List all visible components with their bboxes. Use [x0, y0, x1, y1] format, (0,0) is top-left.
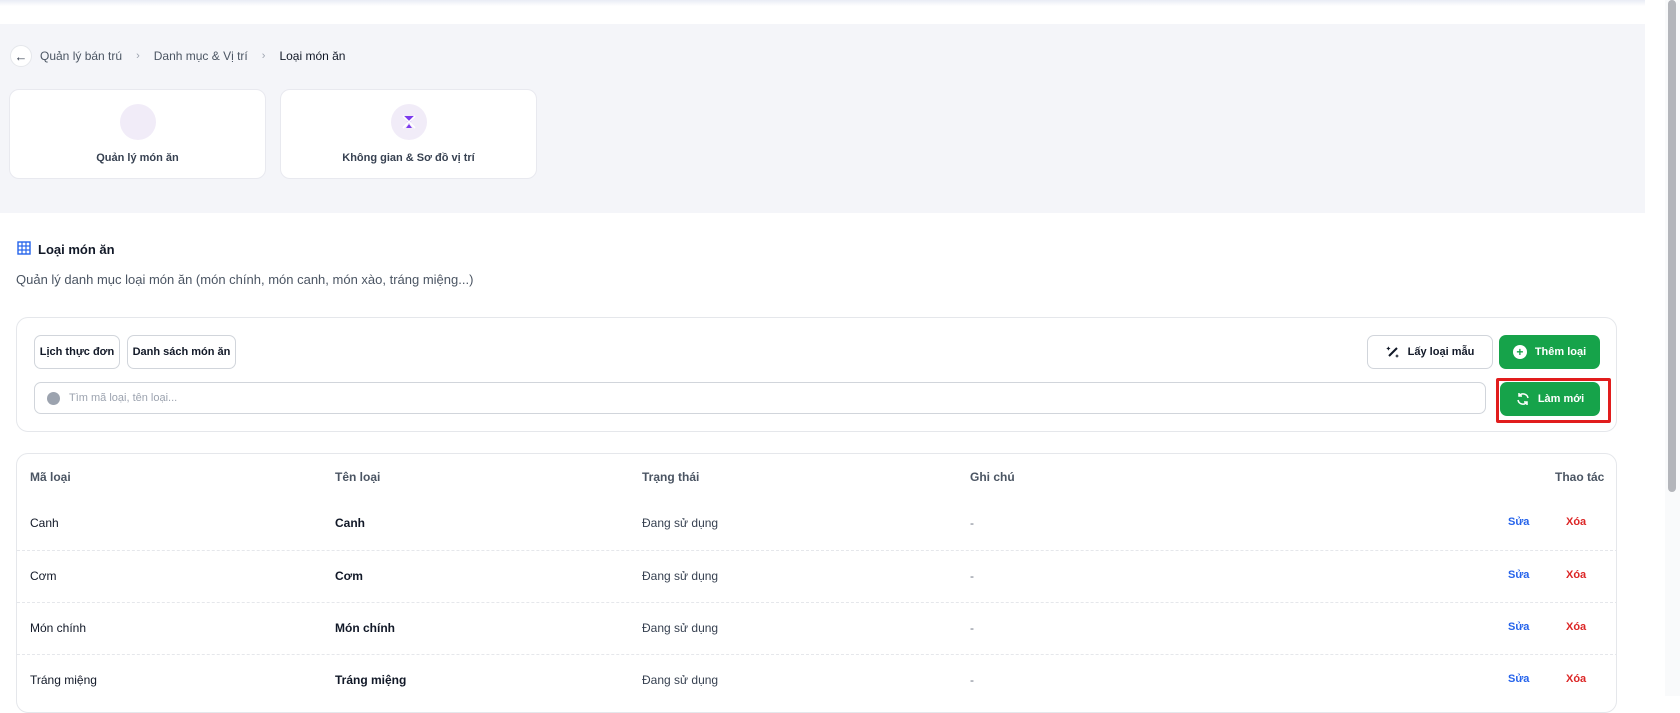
get-sample-label: Lấy loại mẫu — [1407, 346, 1475, 358]
column-header-name: Tên loại — [335, 470, 381, 484]
edit-button[interactable]: Sửa — [1508, 621, 1529, 633]
module-card-label: Quản lý món ăn — [96, 152, 179, 164]
breadcrumb-current: Loại món ăn — [279, 49, 346, 63]
magic-wand-icon — [1385, 345, 1400, 359]
scrollbar-thumb[interactable] — [1668, 0, 1676, 492]
cell-status: Đang sử dụng — [642, 673, 719, 687]
breadcrumb: ← Quản lý bán trú › Danh mục & Vị trí › … — [10, 43, 345, 69]
cell-code: Tráng miệng — [30, 673, 97, 687]
search-icon — [47, 391, 60, 405]
column-header-note: Ghi chú — [970, 470, 1015, 484]
chevron-right-icon: › — [136, 50, 140, 62]
cell-status: Đang sử dụng — [642, 621, 719, 635]
section-description: Quản lý danh mục loại món ăn (món chính,… — [16, 272, 474, 287]
tab-dish-list[interactable]: Danh sách món ăn — [127, 335, 236, 369]
search-input[interactable] — [69, 392, 1369, 404]
add-category-label: Thêm loại — [1534, 346, 1587, 358]
delete-button[interactable]: Xóa — [1566, 673, 1586, 685]
add-category-button[interactable]: + Thêm loại — [1499, 335, 1600, 369]
cell-status: Đang sử dụng — [642, 569, 719, 583]
cell-name: Món chính — [335, 621, 395, 635]
section-title: Loại món ăn — [17, 241, 115, 258]
delete-button[interactable]: Xóa — [1566, 621, 1586, 633]
cell-code: Canh — [30, 516, 59, 530]
chevron-right-icon: › — [261, 50, 266, 62]
cell-note: - — [970, 569, 974, 583]
cell-name: Tráng miệng — [335, 673, 407, 687]
edit-button[interactable]: Sửa — [1508, 673, 1529, 685]
cell-name: Canh — [335, 516, 365, 530]
toolbar-card: Lịch thực đơn Danh sách món ăn Lấy loại … — [16, 317, 1617, 432]
table-grid-icon — [17, 241, 31, 258]
cell-note: - — [970, 673, 974, 687]
edit-button[interactable]: Sửa — [1508, 569, 1529, 581]
module-card-space-layout[interactable]: Không gian & Sơ đồ vị trí — [280, 89, 537, 179]
cell-note: - — [970, 516, 974, 530]
cell-code: Món chính — [30, 621, 87, 635]
tab-menu-schedule[interactable]: Lịch thực đơn — [34, 335, 120, 369]
module-card-dish-management[interactable]: Quản lý món ăn — [9, 89, 266, 179]
module-card-label: Không gian & Sơ đồ vị trí — [342, 152, 475, 164]
edit-button[interactable]: Sửa — [1508, 516, 1529, 528]
column-header-actions: Thao tác — [1555, 470, 1605, 484]
column-header-status: Trạng thái — [642, 470, 700, 484]
cell-name: Cơm — [335, 569, 363, 583]
dish-icon — [119, 104, 156, 140]
cell-status: Đang sử dụng — [642, 516, 719, 530]
table-row: Tráng miệng Tráng miệng Đang sử dụng - S… — [17, 654, 1616, 706]
table-row: Món chính Món chính Đang sử dụng - Sửa X… — [17, 602, 1616, 654]
category-table: Mã loại Tên loại Trạng thái Ghi chú Thao… — [16, 453, 1617, 713]
search-field[interactable] — [34, 382, 1486, 414]
refresh-button-highlight — [1496, 378, 1611, 423]
table-row: Cơm Cơm Đang sử dụng - Sửa Xóa — [17, 550, 1616, 602]
cell-code: Cơm — [30, 569, 57, 583]
back-arrow-icon[interactable]: ← — [10, 45, 32, 67]
column-header-code: Mã loại — [30, 470, 71, 484]
layout-map-icon — [390, 104, 427, 140]
plus-circle-icon: + — [1512, 345, 1527, 359]
get-sample-button[interactable]: Lấy loại mẫu — [1367, 335, 1493, 369]
delete-button[interactable]: Xóa — [1566, 516, 1586, 528]
cell-note: - — [970, 621, 974, 635]
table-row: Canh Canh Đang sử dụng - Sửa Xóa — [17, 498, 1616, 550]
top-header-shadow — [0, 0, 1645, 6]
section-title-text: Loại món ăn — [38, 242, 115, 257]
breadcrumb-item-catalog[interactable]: Danh mục & Vị trí — [154, 49, 248, 63]
breadcrumb-item-boarding[interactable]: Quản lý bán trú — [40, 49, 122, 63]
delete-button[interactable]: Xóa — [1566, 569, 1586, 581]
